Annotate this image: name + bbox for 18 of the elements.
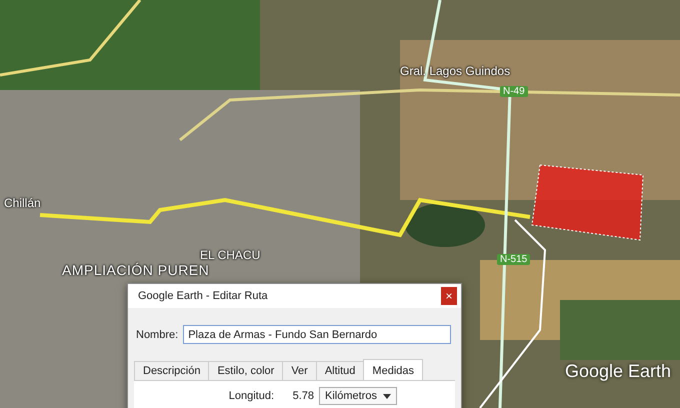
tab[interactable]: Medidas	[363, 359, 423, 380]
road-shield: N-49	[500, 86, 528, 97]
length-label: Longitud:	[228, 390, 274, 402]
map-logo: Google Earth	[565, 361, 672, 382]
place-label: EL CHACU	[200, 248, 260, 262]
length-value: 5.78	[292, 390, 314, 402]
name-label: Nombre:	[136, 328, 178, 340]
close-button[interactable]: ×	[441, 287, 457, 305]
unit-value: Kilómetros	[325, 390, 377, 402]
road-shield: N-515	[497, 254, 530, 265]
name-field[interactable]: Plaza de Armas - Fundo San Bernardo	[183, 325, 451, 344]
district-label: AMPLIACIÓN PUREN	[62, 262, 210, 278]
dialog-title: Google Earth - Editar Ruta	[138, 290, 268, 302]
place-label: Gral. Lagos Guindos	[400, 64, 510, 78]
tab[interactable]: Descripción	[134, 361, 210, 380]
unit-dropdown[interactable]: Kilómetros	[319, 387, 397, 405]
caret-icon	[383, 394, 391, 398]
place-label: Chillán	[4, 196, 41, 210]
